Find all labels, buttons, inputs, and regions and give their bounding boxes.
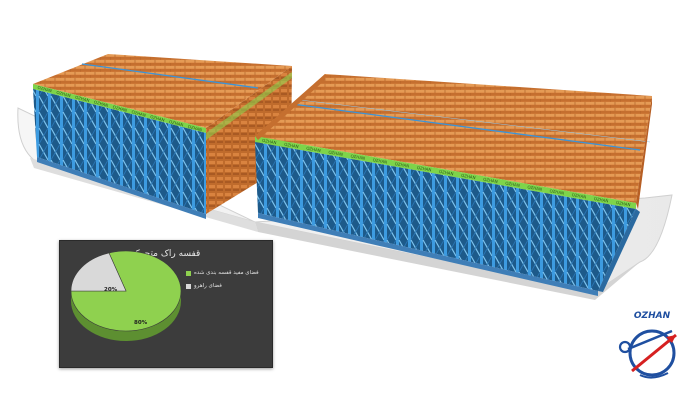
svg-text:OZHAN: OZHAN bbox=[634, 311, 671, 321]
chart-legend: فضای مفید قفسه بندی شده فضای راهرو bbox=[186, 270, 259, 296]
product-illustration: OZHAN OZHAN OZHAN OZHAN OZHAN OZHAN OZHAN OZHAN… bbox=[0, 0, 700, 400]
pie-data-label-20: 20% bbox=[104, 287, 118, 293]
ozhan-logo-mark: OZHAN bbox=[618, 311, 677, 379]
pie-data-label-80: 80% bbox=[134, 320, 148, 326]
legend-label: فضای مفید قفسه بندی شده bbox=[194, 270, 259, 276]
legend-item-aisle-space: فضای راهرو bbox=[186, 283, 259, 289]
pie-chart bbox=[70, 250, 182, 341]
legend-swatch bbox=[186, 283, 191, 289]
ozhan-logo: OZHAN bbox=[612, 305, 688, 385]
legend-label: فضای راهرو bbox=[194, 283, 222, 289]
legend-swatch bbox=[186, 270, 191, 276]
pie-chart-panel: قفسه راک متحرک bbox=[59, 240, 273, 368]
legend-item-useful-space: فضای مفید قفسه بندی شده bbox=[186, 270, 259, 276]
